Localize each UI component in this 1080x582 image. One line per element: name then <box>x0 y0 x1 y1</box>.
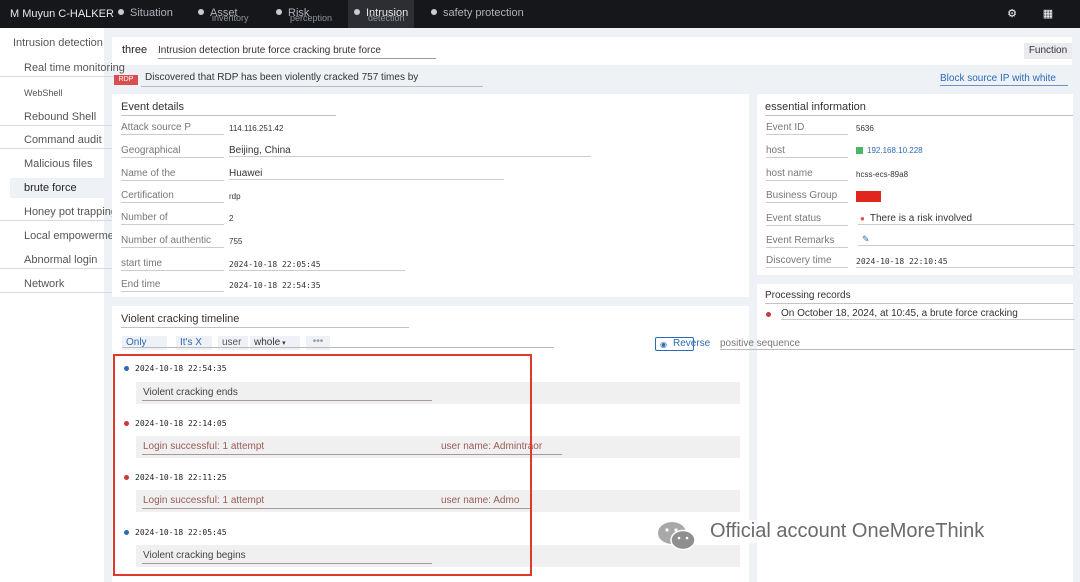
sidebar-item-brute-force[interactable]: brute force <box>24 182 77 194</box>
label-discovery-time: Discovery time <box>766 255 848 268</box>
sidebar-item-malicious-files[interactable]: Malicious files <box>24 158 92 170</box>
sidebar-item-rebound-shell[interactable]: Rebound Shell <box>0 111 128 126</box>
radio-checked-icon: ◉ <box>660 340 667 349</box>
processing-records-title: Processing records <box>765 290 1073 304</box>
divider <box>856 267 1075 268</box>
divider <box>229 270 405 271</box>
asset-icon <box>198 9 204 15</box>
brand-logo[interactable]: M Muyun C-HALKER <box>10 8 114 20</box>
apps-grid-icon[interactable]: ▦ <box>1042 8 1054 20</box>
annotation-highlight-box <box>113 354 532 576</box>
timeline-title: Violent cracking timeline <box>121 313 409 328</box>
chevron-down-icon: ▾ <box>282 340 286 347</box>
sidebar: Intrusion detection Real time monitoring… <box>0 28 128 582</box>
label-host: host <box>766 145 848 158</box>
value-geographical-location: Beijing, China <box>229 145 291 156</box>
label-host-name: host name <box>766 168 848 181</box>
nav-risk[interactable]: Risk perception <box>276 0 332 28</box>
gear-icon[interactable]: ⚙ <box>1006 8 1018 20</box>
divider <box>229 156 591 157</box>
reverse-order-radio[interactable]: ◉ Reverse <box>655 337 710 351</box>
intrusion-icon <box>354 9 360 15</box>
divider <box>720 349 1075 350</box>
page-header: three Intrusion detection brute force cr… <box>112 37 1072 65</box>
label-end-time: End time <box>121 279 224 292</box>
label-attack-source-ip: Attack source P <box>121 122 224 135</box>
label-certification: Certification <box>121 190 224 203</box>
divider <box>858 224 1075 225</box>
value-number-of-authentications: 755 <box>229 237 243 246</box>
value-event-status: ● There is a risk involved <box>860 213 973 224</box>
nav-safety-protection[interactable]: safety protection <box>431 0 524 28</box>
sidebar-item-local-empowerment[interactable]: Local empowerme <box>24 230 114 242</box>
event-details-card <box>112 94 749 297</box>
label-event-status: Event status <box>766 213 848 226</box>
alert-tag-badge: RDP <box>114 75 138 85</box>
risk-status-icon: ● <box>860 214 865 223</box>
function-button[interactable]: Function <box>1024 43 1072 59</box>
essential-information-title: essential information <box>765 101 1073 116</box>
label-event-remarks: Event Remarks <box>766 235 848 248</box>
nav-asset[interactable]: Asset inventory <box>198 0 249 28</box>
block-source-ip-link[interactable]: Block source IP with white <box>940 73 1068 86</box>
value-host[interactable]: 192.168.10.228 <box>856 146 923 155</box>
value-discovery-time: 2024-10-18 22:10:45 <box>856 257 948 266</box>
sidebar-item-real-time-monitoring[interactable]: Real time monitoring <box>0 62 128 77</box>
breadcrumb: Intrusion detection brute force cracking… <box>158 45 436 59</box>
sidebar-item-command-audit[interactable]: Command audit <box>0 134 128 149</box>
value-number-of: 2 <box>229 214 234 223</box>
sidebar-item-webshell[interactable]: WebShell <box>24 88 62 98</box>
edit-remarks-icon[interactable]: ✎ <box>862 234 870 245</box>
risk-icon <box>276 9 282 15</box>
label-number-of: Number of <box>121 212 224 225</box>
value-event-id: 5636 <box>856 124 874 133</box>
value-end-time: 2024-10-18 22:54:35 <box>229 281 321 290</box>
wechat-icon <box>658 522 696 551</box>
value-attack-source-ip: 114.116.251.42 <box>229 124 284 133</box>
processing-record-entry: On October 18, 2024, at 10:45, a brute f… <box>781 308 1018 319</box>
label-geographical-location: Geographical <box>121 145 224 158</box>
label-business-group: Business Group <box>766 190 848 203</box>
watermark-text: Official account OneMoreThink <box>706 520 989 543</box>
sidebar-item-abnormal-login[interactable]: Abnormal login <box>0 254 128 269</box>
value-name-of-source: Huawei <box>229 168 263 179</box>
divider <box>781 319 1075 320</box>
breadcrumb-prefix[interactable]: three <box>122 44 147 56</box>
sidebar-item-honey-pot[interactable]: Honey pot trapping <box>0 206 128 221</box>
divider <box>229 179 504 180</box>
sidebar-item-network[interactable]: Network <box>0 278 128 293</box>
label-event-id: Event ID <box>766 122 848 135</box>
top-navigation-bar: M Muyun C-HALKER Situation Asset invento… <box>0 0 1080 28</box>
sidebar-title: Intrusion detection <box>13 37 103 49</box>
safety-icon <box>431 9 437 15</box>
positive-sequence-option[interactable]: positive sequence <box>720 338 800 349</box>
value-certification: rdp <box>229 192 241 201</box>
situation-icon <box>118 9 124 15</box>
business-group-redacted <box>856 191 881 202</box>
label-name-of-source: Name of the <box>121 168 224 181</box>
label-number-of-authentications: Number of authentic <box>121 235 224 248</box>
alert-summary: Discovered that RDP has been violently c… <box>141 72 483 87</box>
nav-intrusion[interactable]: Intrusion detection <box>348 0 415 28</box>
divider <box>122 347 554 348</box>
label-start-time: start time <box>121 258 224 271</box>
record-dot-icon <box>766 312 771 317</box>
host-status-icon <box>856 147 863 154</box>
divider <box>858 245 1075 246</box>
value-host-name: hcss-ecs-89a8 <box>856 170 909 179</box>
nav-situation[interactable]: Situation <box>118 0 173 28</box>
value-start-time: 2024-10-18 22:05:45 <box>229 260 321 269</box>
event-details-title: Event details <box>121 101 336 116</box>
